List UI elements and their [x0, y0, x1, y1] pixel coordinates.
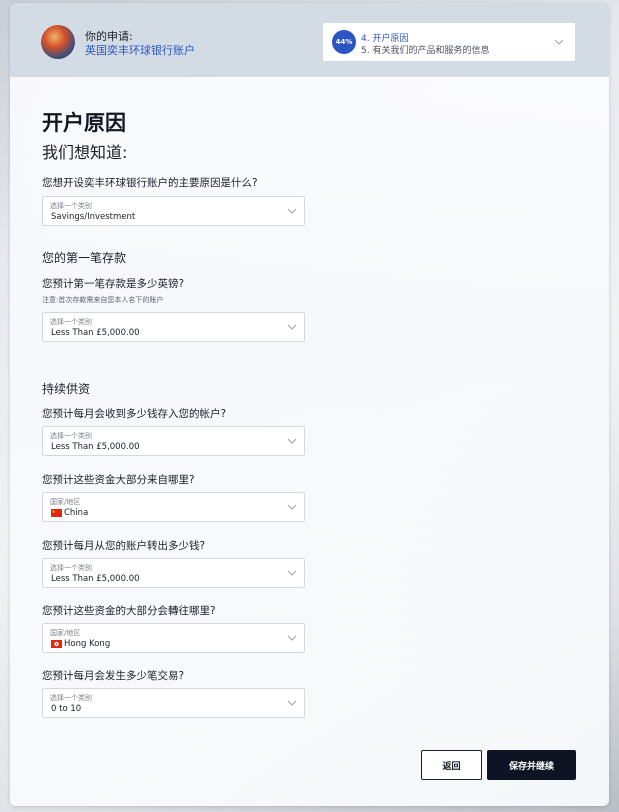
select-label: 国家/地区: [50, 498, 81, 506]
question-funds-source: 您预计这些资金大部分来自哪里?: [42, 474, 195, 486]
funds-destination-country-select[interactable]: 国家/地区 Hong Kong: [42, 623, 305, 653]
question-first-deposit: 您预计第一笔存款是多少英镑?: [42, 278, 185, 290]
select-value: Less Than £5,000.00: [51, 574, 140, 584]
main-reason-select[interactable]: 选择一个类别 Savings/Investment: [42, 196, 305, 226]
select-label: 选择一个类别: [50, 694, 92, 702]
chevron-down-icon: [287, 504, 297, 510]
country-name: Hong Kong: [64, 639, 111, 649]
hong-kong-flag-icon: [51, 640, 62, 648]
select-value: Less Than £5,000.00: [51, 442, 140, 452]
next-step-label: 5. 有关我们的产品和服务的信息: [361, 46, 490, 56]
select-label: 选择一个类别: [50, 318, 92, 326]
chevron-down-icon: [287, 438, 297, 444]
chevron-down-icon: [554, 39, 564, 45]
chevron-down-icon: [287, 570, 297, 576]
select-value: Hong Kong: [51, 639, 110, 649]
funds-source-country-select[interactable]: 国家/地区 China: [42, 492, 305, 522]
back-button[interactable]: 返回: [421, 750, 482, 780]
chevron-down-icon: [287, 635, 297, 641]
application-header: 你的申请: 英国奕丰环球银行账户 44% 4. 开户原因 5. 有关我们的产品和…: [10, 3, 609, 77]
monthly-incoming-select[interactable]: 选择一个类别 Less Than £5,000.00: [42, 426, 305, 456]
question-funds-destination: 您预计这些资金的大部分会轉往哪里?: [42, 605, 216, 617]
avatar: [41, 25, 75, 59]
step-progress-dropdown[interactable]: 44% 4. 开户原因 5. 有关我们的产品和服务的信息: [323, 23, 575, 61]
question-monthly-transactions: 您预计每月会发生多少笔交易?: [42, 670, 185, 682]
select-label: 选择一个类别: [50, 432, 92, 440]
select-value: Less Than £5,000.00: [51, 328, 140, 338]
first-deposit-select[interactable]: 选择一个类别 Less Than £5,000.00: [42, 312, 305, 342]
page-title: 开户原因: [42, 111, 126, 135]
select-value: China: [51, 508, 88, 518]
chevron-down-icon: [287, 700, 297, 706]
application-name: 英国奕丰环球银行账户: [85, 44, 195, 57]
select-value: 0 to 10: [51, 704, 82, 714]
select-label: 选择一个类别: [50, 564, 92, 572]
question-monthly-outgoing: 您预计每月从您的账户转出多少钱?: [42, 540, 206, 552]
progress-percent-badge: 44%: [332, 30, 356, 54]
first-deposit-note: 注意:首次存款需来自您本人名下的账户: [42, 296, 164, 304]
question-monthly-incoming: 您预计每月会收到多少钱存入您的帐户?: [42, 408, 227, 420]
application-card: 你的申请: 英国奕丰环球银行账户 44% 4. 开户原因 5. 有关我们的产品和…: [10, 3, 609, 806]
save-and-continue-button[interactable]: 保存并继续: [487, 750, 576, 780]
china-flag-icon: [51, 509, 62, 517]
country-name: China: [64, 508, 89, 518]
select-label: 国家/地区: [50, 629, 81, 637]
chevron-down-icon: [287, 324, 297, 330]
monthly-transactions-select[interactable]: 选择一个类别 0 to 10: [42, 688, 305, 718]
section-heading-first-deposit: 您的第一笔存款: [42, 251, 127, 265]
select-label: 选择一个类别: [50, 202, 92, 210]
select-value: Savings/Investment: [51, 212, 136, 222]
page-subtitle: 我们想知道:: [42, 143, 128, 162]
monthly-outgoing-select[interactable]: 选择一个类别 Less Than £5,000.00: [42, 558, 305, 588]
chevron-down-icon: [287, 208, 297, 214]
question-main-reason: 您想开设奕丰环球银行账户的主要原因是什么?: [42, 177, 258, 189]
section-heading-ongoing-funding: 持续供资: [42, 382, 91, 396]
